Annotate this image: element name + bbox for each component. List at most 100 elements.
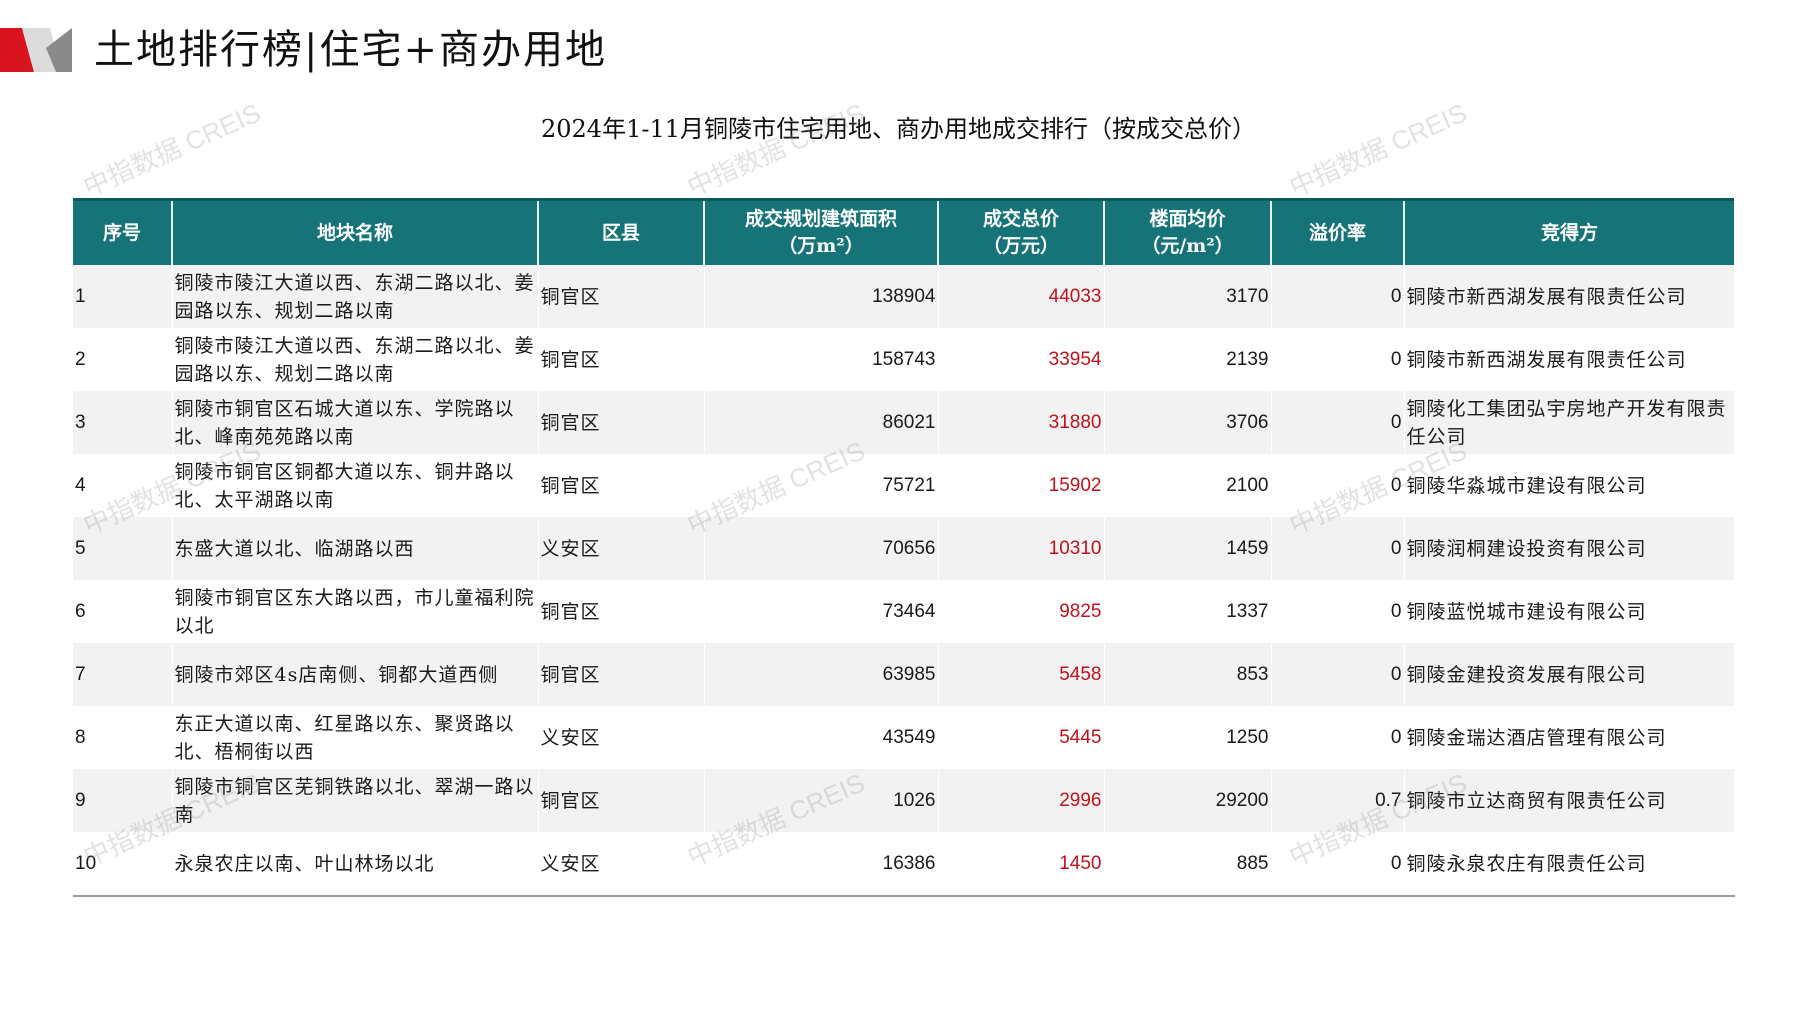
district-cell: 铜官区 bbox=[538, 454, 705, 517]
premium-rate-cell: 0 bbox=[1271, 265, 1405, 328]
total-price-cell: 9825 bbox=[938, 580, 1105, 643]
rank-cell: 10 bbox=[73, 832, 173, 897]
total-price-cell: 33954 bbox=[938, 328, 1105, 391]
premium-rate-cell: 0 bbox=[1271, 454, 1405, 517]
table-title: 2024年1-11月铜陵市住宅用地、商办用地成交排行（按成交总价） bbox=[541, 115, 1256, 143]
rank-cell: 2 bbox=[73, 328, 173, 391]
table-row[interactable]: 2 铜陵市陵江大道以西、东湖二路以北、姜园路以东、规划二路以南 铜官区 158743 3… bbox=[73, 328, 1735, 391]
premium-rate-cell: 0 bbox=[1271, 580, 1405, 643]
unit-price-cell: 3706 bbox=[1104, 391, 1272, 454]
plot-name-cell: 永泉农庄以南、叶山林场以北 bbox=[172, 832, 539, 897]
buyer-cell: 铜陵市新西湖发展有限责任公司 bbox=[1404, 265, 1735, 328]
total-price-cell: 5458 bbox=[938, 643, 1105, 706]
rank-cell: 7 bbox=[73, 643, 173, 706]
header-premium-rate[interactable]: 溢价率 bbox=[1271, 198, 1405, 265]
buyer-cell: 铜陵市新西湖发展有限责任公司 bbox=[1404, 328, 1735, 391]
header-buyer[interactable]: 竞得方 bbox=[1404, 198, 1734, 265]
table-row[interactable]: 7 铜陵市郊区4s店南侧、铜都大道西侧 铜官区 63985 5458 853 0 铜陵金建投资… bbox=[73, 643, 1735, 706]
district-cell: 义安区 bbox=[538, 517, 705, 580]
header-total-price[interactable]: 成交总价 （万元） bbox=[938, 198, 1105, 265]
table-row[interactable]: 6 铜陵市铜官区东大路以西，市儿童福利院以北 铜官区 73464 9825 1337 0 铜陵… bbox=[73, 580, 1735, 643]
rank-cell: 6 bbox=[73, 580, 173, 643]
unit-price-cell: 2100 bbox=[1104, 454, 1272, 517]
area-cell: 43549 bbox=[704, 706, 939, 769]
plot-name-cell: 铜陵市铜官区芜铜铁路以北、翠湖一路以南 bbox=[172, 769, 539, 832]
plot-name-cell: 铜陵市陵江大道以西、东湖二路以北、姜园路以东、规划二路以南 bbox=[172, 328, 539, 391]
unit-price-cell: 853 bbox=[1104, 643, 1272, 706]
table-row[interactable]: 8 东正大道以南、红星路以东、聚贤路以北、梧桐街以西 义安区 43549 5445 125… bbox=[73, 706, 1735, 769]
page-title: 土地排行榜|住宅+商办用地 bbox=[94, 27, 607, 73]
area-cell: 86021 bbox=[704, 391, 939, 454]
total-price-cell: 15902 bbox=[938, 454, 1105, 517]
unit-price-cell: 29200 bbox=[1104, 769, 1272, 832]
district-cell: 铜官区 bbox=[538, 769, 705, 832]
premium-rate-cell: 0 bbox=[1271, 832, 1405, 897]
header-unit-price[interactable]: 楼面均价 （元/m²） bbox=[1104, 198, 1272, 265]
plot-name-cell: 铜陵市陵江大道以西、东湖二路以北、姜园路以东、规划二路以南 bbox=[172, 265, 539, 328]
buyer-cell: 铜陵华淼城市建设有限公司 bbox=[1404, 454, 1735, 517]
buyer-cell: 铜陵蓝悦城市建设有限公司 bbox=[1404, 580, 1735, 643]
premium-rate-cell: 0 bbox=[1271, 517, 1405, 580]
table-header-row: 序号 地块名称 区县 成交规划建筑面积 （万m²） 成交总价 （万元） 楼面均价 （元/m²）溢… bbox=[73, 198, 1734, 265]
table-row[interactable]: 1 铜陵市陵江大道以西、东湖二路以北、姜园路以东、规划二路以南 铜官区 138904 4… bbox=[73, 265, 1735, 328]
plot-name-cell: 铜陵市铜官区铜都大道以东、铜井路以北、太平湖路以南 bbox=[172, 454, 539, 517]
area-cell: 75721 bbox=[704, 454, 939, 517]
unit-price-cell: 1337 bbox=[1104, 580, 1272, 643]
unit-price-cell: 1459 bbox=[1104, 517, 1272, 580]
district-cell: 铜官区 bbox=[538, 265, 705, 328]
area-cell: 158743 bbox=[704, 328, 939, 391]
premium-rate-cell: 0 bbox=[1271, 706, 1405, 769]
plot-name-cell: 铜陵市铜官区东大路以西，市儿童福利院以北 bbox=[172, 580, 539, 643]
header-plot-name[interactable]: 地块名称 bbox=[172, 198, 539, 265]
table-row[interactable]: 9 铜陵市铜官区芜铜铁路以北、翠湖一路以南 铜官区 1026 2996 29200 0.7 铜… bbox=[73, 769, 1735, 832]
watermark-text: 中指数据 CREIS bbox=[682, 97, 870, 203]
rank-cell: 8 bbox=[73, 706, 173, 769]
total-price-cell: 1450 bbox=[938, 832, 1105, 897]
area-cell: 70656 bbox=[704, 517, 939, 580]
total-price-cell: 2996 bbox=[938, 769, 1105, 832]
total-price-cell: 5445 bbox=[938, 706, 1105, 769]
area-cell: 138904 bbox=[704, 265, 939, 328]
buyer-cell: 铜陵化工集团弘宇房地产开发有限责任公司 bbox=[1404, 391, 1735, 454]
unit-price-cell: 885 bbox=[1104, 832, 1272, 897]
district-cell: 铜官区 bbox=[538, 328, 705, 391]
premium-rate-cell: 0 bbox=[1271, 643, 1405, 706]
total-price-cell: 44033 bbox=[938, 265, 1105, 328]
area-cell: 1026 bbox=[704, 769, 939, 832]
watermark-text: 中指数据 CREIS bbox=[78, 97, 266, 203]
unit-price-cell: 1250 bbox=[1104, 706, 1272, 769]
unit-price-cell: 2139 bbox=[1104, 328, 1272, 391]
rank-cell: 1 bbox=[73, 265, 173, 328]
header-area[interactable]: 成交规划建筑面积 （万m²） bbox=[704, 198, 939, 265]
buyer-cell: 铜陵金建投资发展有限公司 bbox=[1404, 643, 1735, 706]
buyer-cell: 铜陵永泉农庄有限责任公司 bbox=[1404, 832, 1735, 897]
corner-logo-mark bbox=[0, 28, 72, 72]
area-cell: 63985 bbox=[704, 643, 939, 706]
table-row[interactable]: 3 铜陵市铜官区石城大道以东、学院路以北、峰南苑苑路以南 铜官区 86021 31880… bbox=[73, 391, 1735, 454]
rank-cell: 9 bbox=[73, 769, 173, 832]
table-body: 1 铜陵市陵江大道以西、东湖二路以北、姜园路以东、规划二路以南 铜官区 138904 4… bbox=[73, 265, 1735, 897]
buyer-cell: 铜陵润桐建设投资有限公司 bbox=[1404, 517, 1735, 580]
rank-cell: 5 bbox=[73, 517, 173, 580]
total-price-cell: 10310 bbox=[938, 517, 1105, 580]
rank-cell: 4 bbox=[73, 454, 173, 517]
watermark-text: 中指数据 CREIS bbox=[1284, 97, 1472, 203]
table-row[interactable]: 5 东盛大道以北、临湖路以西 义安区 70656 10310 1459 0 铜陵润桐建设投资有… bbox=[73, 517, 1735, 580]
plot-name-cell: 铜陵市郊区4s店南侧、铜都大道西侧 bbox=[172, 643, 539, 706]
total-price-cell: 31880 bbox=[938, 391, 1105, 454]
table-row[interactable]: 4 铜陵市铜官区铜都大道以东、铜井路以北、太平湖路以南 铜官区 75721 15902 2… bbox=[73, 454, 1735, 517]
area-cell: 16386 bbox=[704, 832, 939, 897]
plot-name-cell: 东正大道以南、红星路以东、聚贤路以北、梧桐街以西 bbox=[172, 706, 539, 769]
table-row[interactable]: 10 永泉农庄以南、叶山林场以北 义安区 16386 1450 885 0 铜陵永泉农庄有限责… bbox=[73, 832, 1735, 897]
buyer-cell: 铜陵市立达商贸有限责任公司 bbox=[1404, 769, 1735, 832]
header-district[interactable]: 区县 bbox=[538, 198, 705, 265]
unit-price-cell: 3170 bbox=[1104, 265, 1272, 328]
premium-rate-cell: 0 bbox=[1271, 391, 1405, 454]
district-cell: 铜官区 bbox=[538, 391, 705, 454]
plot-name-cell: 铜陵市铜官区石城大道以东、学院路以北、峰南苑苑路以南 bbox=[172, 391, 539, 454]
header-rank[interactable]: 序号 bbox=[73, 198, 173, 265]
premium-rate-cell: 0.7 bbox=[1271, 769, 1405, 832]
ranking-table: 序号 地块名称 区县 成交规划建筑面积 （万m²） 成交总价 （万元） 楼面均价 （元/m²）溢… bbox=[73, 198, 1735, 897]
rank-cell: 3 bbox=[73, 391, 173, 454]
district-cell: 铜官区 bbox=[538, 580, 705, 643]
